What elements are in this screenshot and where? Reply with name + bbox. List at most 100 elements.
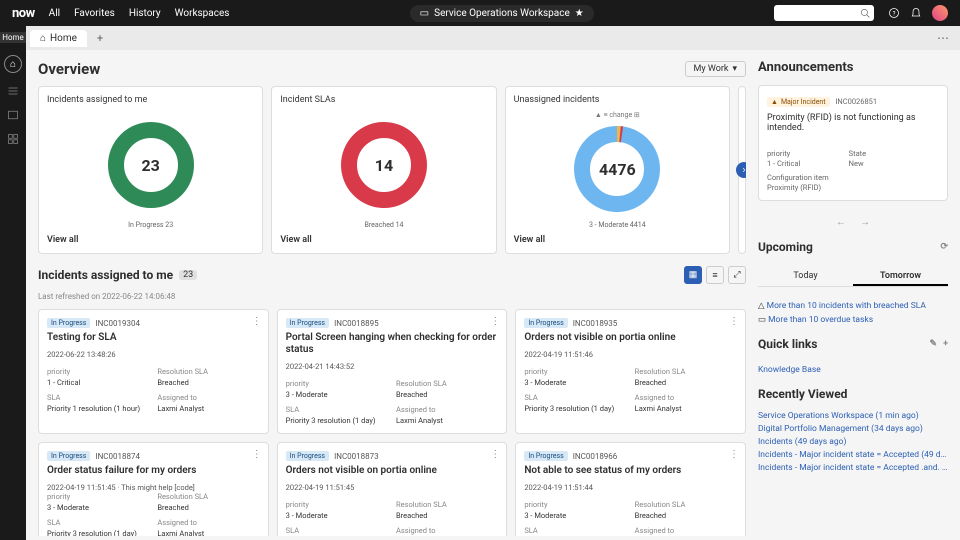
card-title: Incident SLAs [280, 95, 487, 105]
logo: now [12, 6, 35, 21]
incident-number: INC0018966 [573, 452, 618, 461]
nav-history[interactable]: History [129, 8, 161, 19]
incident-card[interactable]: In Progress INC0018966 ⋮ Not able to see … [515, 442, 746, 536]
view-all-link[interactable]: View all [514, 235, 721, 245]
incident-card[interactable]: In ProgressINC0018935 ⋮ Orders not visib… [515, 309, 746, 434]
upcoming-item[interactable]: More than 10 overdue tasks [768, 315, 873, 325]
view-expand-button[interactable]: ⤢ [728, 266, 746, 284]
announcement-pager: ← → [758, 217, 948, 228]
workspace-icon: ▭ [420, 8, 429, 19]
section-count-badge: 23 [179, 270, 197, 280]
incident-timestamp: 2022-04-19 11:51:45 [286, 483, 499, 492]
incident-title: Not able to see status of my orders [524, 465, 737, 477]
card-menu-icon[interactable]: ⋮ [729, 316, 739, 327]
tab-home[interactable]: ⌂ Home [30, 30, 87, 47]
view-all-link[interactable]: View all [47, 235, 254, 245]
quicklink-item[interactable]: Knowledge Base [758, 365, 948, 375]
search-input[interactable] [774, 5, 874, 21]
rail-grid-icon[interactable] [7, 133, 19, 145]
recent-item[interactable]: Digital Portfolio Management (34 days ag… [758, 424, 948, 434]
incident-card[interactable]: In ProgressINC0018874 ⋮ Order status fai… [38, 442, 269, 536]
view-grid-button[interactable]: ▦ [684, 266, 702, 284]
mywork-label: My Work [694, 64, 729, 74]
tab-today[interactable]: Today [758, 268, 853, 286]
incident-number: INC0018873 [334, 452, 379, 461]
donut-value: 4476 [599, 160, 636, 179]
rail-home-label: Home [0, 32, 27, 43]
mywork-dropdown[interactable]: My Work ▾ [685, 61, 746, 77]
rail-list-icon[interactable] [7, 85, 19, 97]
tab-tomorrow[interactable]: Tomorrow [853, 268, 948, 286]
upcoming-item[interactable]: More than 10 incidents with breached SLA [767, 301, 926, 311]
donut-legend: Breached 14 [280, 221, 487, 229]
incident-timestamp: 2022-06-22 13:48:26 [47, 350, 260, 359]
card-assigned[interactable]: Incidents assigned to me 23 In Progress … [38, 86, 263, 254]
announcement-prev-icon[interactable]: ← [836, 217, 846, 228]
announcement-next-icon[interactable]: → [860, 217, 870, 228]
card-menu-icon[interactable]: ⋮ [729, 449, 739, 460]
incident-timestamp: 2022-04-21 14:43:52 [286, 362, 499, 371]
refresh-timestamp: Last refreshed on 2022-06-22 14:06:48 [38, 292, 746, 301]
overview-cards: Incidents assigned to me 23 In Progress … [38, 86, 746, 254]
recent-list: Service Operations Workspace (1 min ago)… [758, 411, 948, 473]
svg-text:?: ? [893, 10, 896, 17]
tab-add-button[interactable]: + [91, 29, 109, 47]
nav-workspaces[interactable]: Workspaces [175, 8, 230, 19]
recent-heading: Recently Viewed [758, 387, 948, 401]
card-slas[interactable]: Incident SLAs 14 Breached 14 View all [271, 86, 496, 254]
rail-home-icon[interactable]: ⌂ [4, 55, 22, 73]
incident-card[interactable]: In ProgressINC0019304 ⋮ Testing for SLA … [38, 309, 269, 434]
incident-title: Portal Screen hanging when checking for … [286, 332, 499, 356]
card-menu-icon[interactable]: ⋮ [252, 449, 262, 460]
star-icon[interactable]: ★ [575, 8, 584, 19]
nav-favorites[interactable]: Favorites [74, 8, 115, 19]
nav-all[interactable]: All [49, 8, 60, 19]
recent-item[interactable]: Incidents - Major incident state = Accep… [758, 450, 948, 460]
tab-bar: ⌂ Home + ⋯ [26, 26, 960, 50]
incident-title: Orders not visible on portia online [286, 465, 499, 477]
incident-title: Testing for SLA [47, 332, 260, 344]
state-pill: In Progress [524, 318, 567, 328]
rail-inbox-icon[interactable] [7, 109, 19, 121]
view-all-link[interactable]: View all [280, 235, 487, 245]
incident-title: Orders not visible on portia online [524, 332, 737, 344]
incident-card[interactable]: In ProgressINC0018895 ⋮ Portal Screen ha… [277, 309, 508, 434]
tab-more-icon[interactable]: ⋯ [937, 31, 956, 45]
announcement-card[interactable]: ▲ Major Incident INC0026851 Proximity (R… [758, 85, 948, 201]
upcoming-list: △ More than 10 incidents with breached S… [758, 301, 948, 325]
ann-ci: Proximity (RFID) [767, 183, 829, 192]
section-title: Incidents assigned to me [38, 268, 173, 282]
overview-heading: Overview [38, 60, 100, 78]
announcement-number: INC0026851 [835, 97, 877, 106]
card-menu-icon[interactable]: ⋮ [490, 316, 500, 327]
card-menu-icon[interactable]: ⋮ [252, 316, 262, 327]
recent-item[interactable]: Incidents (49 days ago) [758, 437, 948, 447]
announcement-text: Proximity (RFID) is not functioning as i… [767, 113, 939, 133]
upcoming-tabs: Today Tomorrow [758, 268, 948, 287]
add-icon[interactable]: + [943, 339, 948, 349]
recent-item[interactable]: Service Operations Workspace (1 min ago) [758, 411, 948, 421]
view-list-button[interactable]: ≡ [706, 266, 724, 284]
state-pill: In Progress [524, 451, 567, 461]
ann-priority: 1 - Critical [767, 159, 829, 168]
card-unassigned[interactable]: Unassigned incidents ▲ ≡ change ⊞ 4476 3… [505, 86, 730, 254]
edit-icon[interactable]: ✎ [930, 339, 938, 349]
avatar[interactable] [932, 5, 948, 21]
home-icon: ⌂ [40, 33, 46, 44]
top-bar: now All Favorites History Workspaces ▭ S… [0, 0, 960, 26]
top-actions: ? [888, 5, 948, 21]
refresh-icon[interactable]: ⟳ [940, 242, 948, 252]
card-title: Unassigned incidents [514, 95, 721, 105]
search-icon [860, 8, 870, 18]
quicklinks-heading: Quick links [758, 337, 817, 351]
card-menu-icon[interactable]: ⋮ [490, 449, 500, 460]
recent-item[interactable]: Incidents - Major incident state = Accep… [758, 463, 948, 473]
ann-priority-label: priority [767, 149, 829, 158]
carousel-next-icon[interactable]: › [736, 162, 746, 178]
help-icon[interactable]: ? [888, 7, 900, 19]
bell-icon[interactable] [910, 7, 922, 19]
workspace-name: Service Operations Workspace [434, 8, 570, 19]
incident-card[interactable]: In ProgressINC0018873 ⋮ Orders not visib… [277, 442, 508, 536]
donut-value: 14 [375, 156, 393, 175]
workspace-selector[interactable]: ▭ Service Operations Workspace ★ [243, 5, 760, 22]
